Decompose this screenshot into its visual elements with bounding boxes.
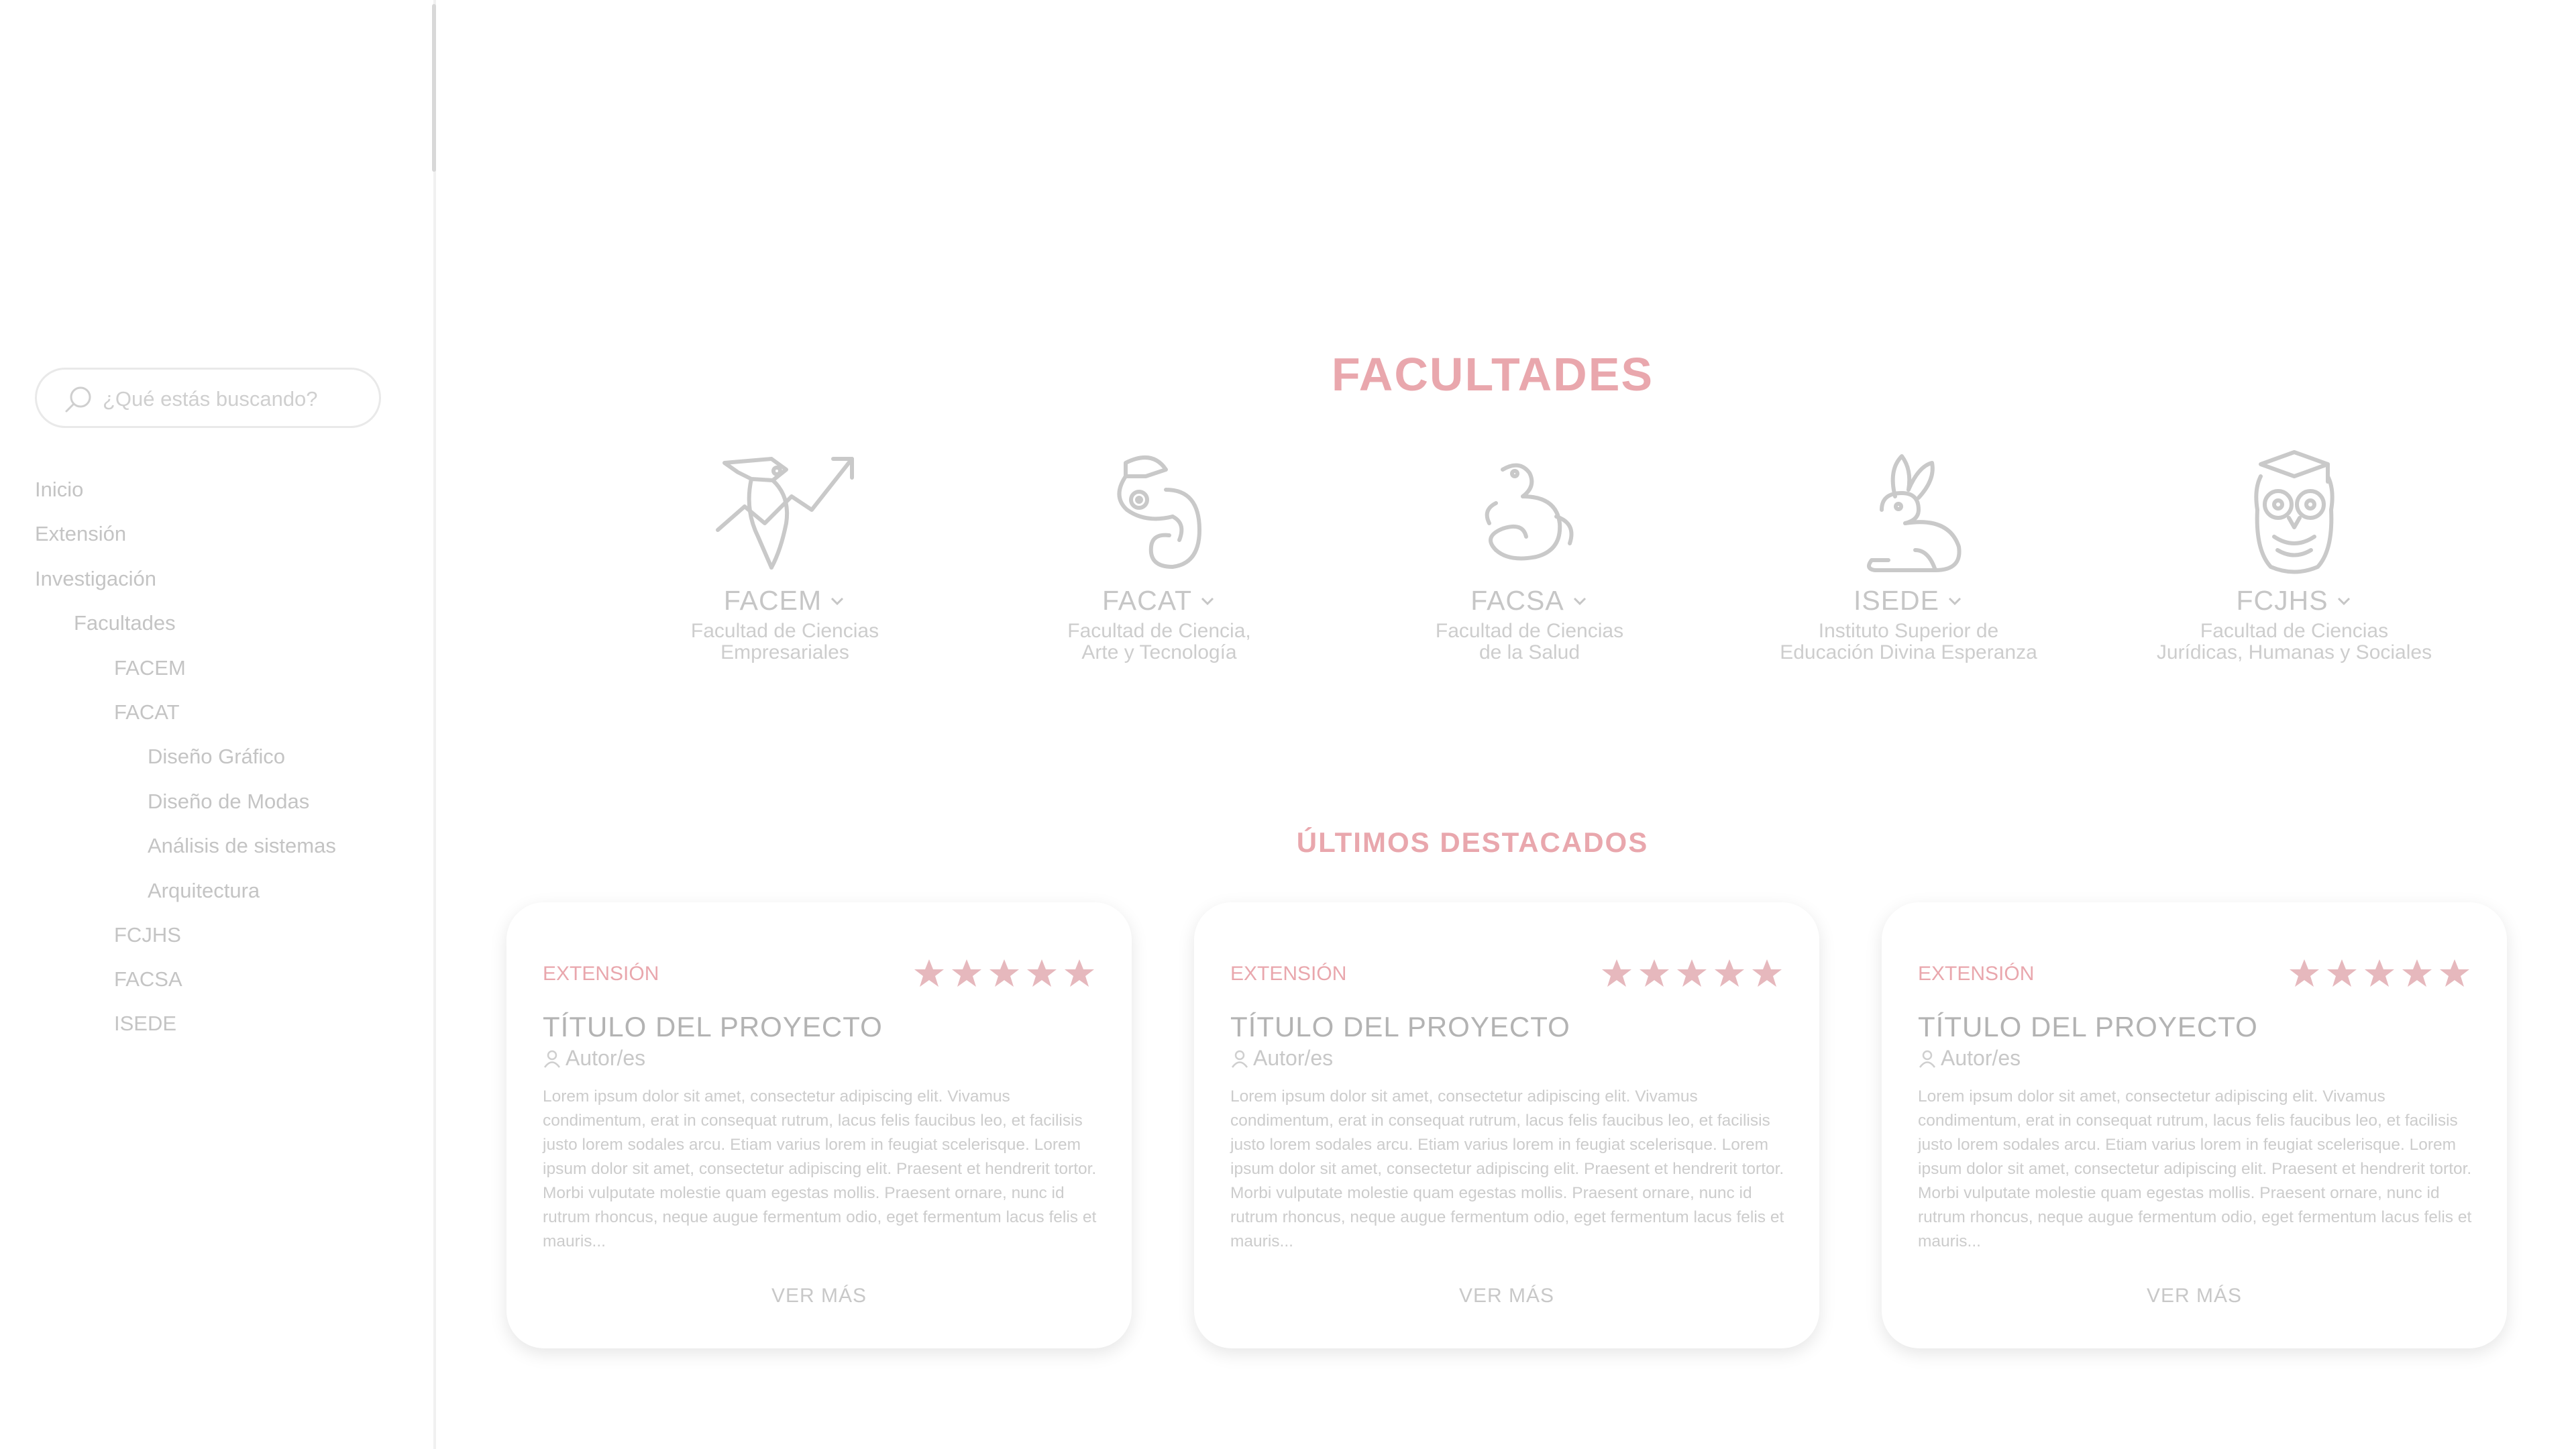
faculty-fcjhs[interactable]: FCJHS Facultad de Ciencias Jurídicas, Hu… <box>2147 449 2442 663</box>
faculty-code: ISEDE <box>1853 585 1940 616</box>
card-description: Lorem ipsum dolor sit amet, consectetur … <box>1918 1087 2472 1250</box>
card-category-tag: EXTENSIÓN <box>1918 963 2035 985</box>
chevron-down-icon <box>1948 597 1962 605</box>
rabbit-icon <box>1867 454 1962 572</box>
card-author: Autor/es <box>1918 1046 2021 1071</box>
chevron-down-icon <box>831 597 844 605</box>
user-icon <box>1231 1050 1248 1068</box>
faculty-facem[interactable]: FACEM Facultad de Ciencias Empresariales <box>637 449 932 663</box>
star-icon <box>1715 959 1744 987</box>
star-icon <box>2327 959 2357 987</box>
card-description: Lorem ipsum dolor sit amet, consectetur … <box>543 1087 1097 1250</box>
nav-item-investigacion[interactable]: Investigación <box>35 567 156 591</box>
faculty-facsa[interactable]: FACSA Facultad de Ciencias de la Salud <box>1382 449 1677 663</box>
star-icon <box>1602 959 1631 987</box>
chevron-down-icon <box>1573 597 1586 605</box>
nav-item-inicio[interactable]: Inicio <box>35 478 83 502</box>
owl-icon <box>2254 450 2334 574</box>
search-box[interactable] <box>35 368 381 428</box>
chevron-down-icon <box>2337 597 2350 605</box>
faculty-desc-line1: Facultad de Ciencias <box>1435 620 1624 642</box>
search-input[interactable] <box>101 382 372 417</box>
faculty-isede[interactable]: ISEDE Instituto Superior de Educación Di… <box>1761 449 2056 663</box>
search-icon <box>65 386 91 413</box>
rating-stars <box>1601 957 1783 989</box>
nav-item-fcjhs[interactable]: FCJHS <box>114 923 181 947</box>
ver-mas-link[interactable]: VER MÁS <box>1194 1285 1819 1307</box>
faculty-desc-line1: Facultad de Ciencias <box>2200 620 2389 642</box>
rating-stars <box>2288 957 2471 989</box>
main-content: FACULTADES FACEM Facultad de Ciencias Em… <box>436 0 2576 1449</box>
faculty-desc-line1: Instituto Superior de <box>1818 620 1999 642</box>
nav-item-extension[interactable]: Extensión <box>35 522 126 546</box>
nav-item-analisis-sistemas[interactable]: Análisis de sistemas <box>148 834 336 858</box>
chevron-down-icon <box>1201 597 1214 605</box>
faculty-code: FACSA <box>1470 585 1564 616</box>
faculty-code: FACEM <box>723 585 822 616</box>
card-author-label: Autor/es <box>1253 1046 1334 1070</box>
snake-icon <box>1485 463 1574 561</box>
card-author: Autor/es <box>543 1046 645 1071</box>
rating-stars <box>913 957 1095 989</box>
project-card: EXTENSIÓN TÍTULO DEL PROYECTO Autor/es L… <box>1882 902 2507 1348</box>
nav-item-facat[interactable]: FACAT <box>114 700 180 724</box>
sidebar: Inicio Extensión Investigación Facultade… <box>0 0 436 1449</box>
toucan-icon <box>716 457 854 570</box>
project-card: EXTENSIÓN TÍTULO DEL PROYECTO Autor/es L… <box>506 902 1132 1348</box>
star-icon <box>952 959 981 987</box>
nav-item-facsa[interactable]: FACSA <box>114 967 182 991</box>
faculty-desc-line2: Educación Divina Esperanza <box>1780 641 2037 663</box>
nav-item-isede[interactable]: ISEDE <box>114 1012 176 1036</box>
faculty-desc-line1: Facultad de Ciencia, <box>1067 620 1251 642</box>
star-icon <box>2365 959 2394 987</box>
faculty-desc-line2: Jurídicas, Humanas y Sociales <box>2156 641 2432 663</box>
star-icon <box>1027 959 1057 987</box>
star-icon <box>2402 959 2432 987</box>
nav-item-facem[interactable]: FACEM <box>114 656 186 680</box>
star-icon <box>1677 959 1707 987</box>
star-icon <box>989 959 1019 987</box>
nav-item-diseno-grafico[interactable]: Diseño Gráfico <box>148 745 285 769</box>
nav-item-arquitectura[interactable]: Arquitectura <box>148 879 260 903</box>
card-title: TÍTULO DEL PROYECTO <box>1230 1011 1570 1042</box>
card-category-tag: EXTENSIÓN <box>1230 963 1347 985</box>
star-icon <box>1752 959 1782 987</box>
faculty-facat[interactable]: FACAT Facultad de Ciencia, Arte y Tecnol… <box>1012 449 1307 663</box>
faculty-code: FCJHS <box>2236 585 2328 616</box>
project-card: EXTENSIÓN TÍTULO DEL PROYECTO Autor/es L… <box>1194 902 1819 1348</box>
ver-mas-link[interactable]: VER MÁS <box>1882 1285 2507 1307</box>
ver-mas-link[interactable]: VER MÁS <box>506 1285 1132 1307</box>
star-icon <box>2440 959 2469 987</box>
star-icon <box>914 959 944 987</box>
faculty-desc-line2: de la Salud <box>1479 641 1580 663</box>
destacados-title: ÚLTIMOS DESTACADOS <box>1296 826 1649 858</box>
faculty-desc-line2: Arte y Tecnología <box>1081 641 1237 663</box>
card-author: Autor/es <box>1230 1046 1333 1071</box>
faculty-code: FACAT <box>1102 585 1193 616</box>
star-icon <box>1065 959 1094 987</box>
card-category-tag: EXTENSIÓN <box>543 963 659 985</box>
user-icon <box>1919 1050 1936 1068</box>
star-icon <box>2290 959 2319 987</box>
chameleon-icon <box>1117 455 1201 569</box>
card-description: Lorem ipsum dolor sit amet, consectetur … <box>1230 1087 1784 1250</box>
card-author-label: Autor/es <box>566 1046 646 1070</box>
nav-item-diseno-modas[interactable]: Diseño de Modas <box>148 790 309 814</box>
card-author-label: Autor/es <box>1941 1046 2021 1070</box>
facultades-title: FACULTADES <box>1331 348 1654 400</box>
card-title: TÍTULO DEL PROYECTO <box>543 1011 883 1042</box>
faculty-desc-line2: Empresariales <box>720 641 849 663</box>
card-title: TÍTULO DEL PROYECTO <box>1918 1011 2258 1042</box>
nav-item-facultades[interactable]: Facultades <box>74 611 176 635</box>
star-icon <box>1640 959 1669 987</box>
faculty-desc-line1: Facultad de Ciencias <box>690 620 879 642</box>
user-icon <box>543 1050 561 1068</box>
